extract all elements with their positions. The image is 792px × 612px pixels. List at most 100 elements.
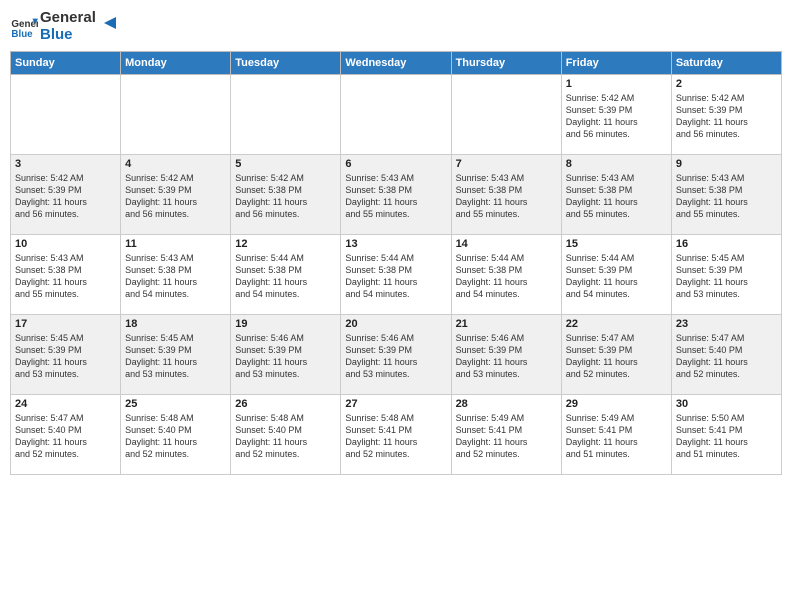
day-number: 8 [566,158,667,170]
day-number: 30 [676,398,777,410]
calendar-cell: 14Sunrise: 5:44 AM Sunset: 5:38 PM Dayli… [451,235,561,315]
cell-sun-info: Sunrise: 5:42 AM Sunset: 5:39 PM Dayligh… [566,92,667,141]
day-number: 10 [15,238,116,250]
header-row: SundayMondayTuesdayWednesdayThursdayFrid… [11,52,782,75]
day-number: 18 [125,318,226,330]
calendar-header: SundayMondayTuesdayWednesdayThursdayFrid… [11,52,782,75]
cell-sun-info: Sunrise: 5:43 AM Sunset: 5:38 PM Dayligh… [456,172,557,221]
calendar-cell: 13Sunrise: 5:44 AM Sunset: 5:38 PM Dayli… [341,235,451,315]
day-number: 4 [125,158,226,170]
day-number: 16 [676,238,777,250]
cell-sun-info: Sunrise: 5:47 AM Sunset: 5:39 PM Dayligh… [566,332,667,381]
logo-blue: Blue [40,27,96,44]
calendar-cell: 1 Sunrise: 5:42 AM Sunset: 5:39 PM Daylig… [561,75,671,155]
cell-sun-info: Sunrise: 5:44 AM Sunset: 5:38 PM Dayligh… [456,252,557,301]
calendar-cell: 29 Sunrise: 5:49 AM Sunset: 5:41 PM Dayli… [561,395,671,475]
calendar-cell: 17 Sunrise: 5:45 AM Sunset: 5:39 PM Dayli… [11,315,121,395]
cell-sun-info: Sunrise: 5:48 AM Sunset: 5:41 PM Dayligh… [345,412,446,461]
calendar-cell: 26 Sunrise: 5:48 AM Sunset: 5:40 PM Dayli… [231,395,341,475]
calendar-cell: 22Sunrise: 5:47 AM Sunset: 5:39 PM Dayli… [561,315,671,395]
cell-sun-info: Sunrise: 5:46 AM Sunset: 5:39 PM Dayligh… [345,332,446,381]
day-number: 29 [566,398,667,410]
day-number: 26 [235,398,336,410]
day-of-week-header: Wednesday [341,52,451,75]
calendar-cell: 5Sunrise: 5:42 AM Sunset: 5:38 PM Daylig… [231,155,341,235]
cell-sun-info: Sunrise: 5:47 AM Sunset: 5:40 PM Dayligh… [676,332,777,381]
day-of-week-header: Thursday [451,52,561,75]
calendar-body: 1 Sunrise: 5:42 AM Sunset: 5:39 PM Daylig… [11,75,782,475]
calendar-cell: 25 Sunrise: 5:48 AM Sunset: 5:40 PM Dayli… [121,395,231,475]
day-number: 23 [676,318,777,330]
cell-sun-info: Sunrise: 5:46 AM Sunset: 5:39 PM Dayligh… [456,332,557,381]
cell-sun-info: Sunrise: 5:43 AM Sunset: 5:38 PM Dayligh… [345,172,446,221]
day-number: 6 [345,158,446,170]
day-of-week-header: Sunday [11,52,121,75]
calendar-cell: 21Sunrise: 5:46 AM Sunset: 5:39 PM Dayli… [451,315,561,395]
day-number: 27 [345,398,446,410]
calendar-cell: 2 Sunrise: 5:42 AM Sunset: 5:39 PM Daylig… [671,75,781,155]
logo-general: General [40,10,96,27]
day-number: 25 [125,398,226,410]
calendar-week-row: 1 Sunrise: 5:42 AM Sunset: 5:39 PM Daylig… [11,75,782,155]
cell-sun-info: Sunrise: 5:48 AM Sunset: 5:40 PM Dayligh… [235,412,336,461]
logo-arrow-icon [100,13,120,33]
logo: General Blue General Blue [10,10,120,43]
day-number: 7 [456,158,557,170]
calendar-cell [121,75,231,155]
calendar-cell: 6 Sunrise: 5:43 AM Sunset: 5:38 PM Daylig… [341,155,451,235]
cell-sun-info: Sunrise: 5:47 AM Sunset: 5:40 PM Dayligh… [15,412,116,461]
calendar-cell: 23 Sunrise: 5:47 AM Sunset: 5:40 PM Dayli… [671,315,781,395]
calendar-cell [451,75,561,155]
cell-sun-info: Sunrise: 5:50 AM Sunset: 5:41 PM Dayligh… [676,412,777,461]
cell-sun-info: Sunrise: 5:44 AM Sunset: 5:38 PM Dayligh… [345,252,446,301]
cell-sun-info: Sunrise: 5:45 AM Sunset: 5:39 PM Dayligh… [15,332,116,381]
calendar-cell: 28 Sunrise: 5:49 AM Sunset: 5:41 PM Dayli… [451,395,561,475]
calendar-cell: 27 Sunrise: 5:48 AM Sunset: 5:41 PM Dayli… [341,395,451,475]
day-number: 17 [15,318,116,330]
calendar-week-row: 24Sunrise: 5:47 AM Sunset: 5:40 PM Dayli… [11,395,782,475]
page-header: General Blue General Blue [10,10,782,43]
cell-sun-info: Sunrise: 5:42 AM Sunset: 5:39 PM Dayligh… [676,92,777,141]
calendar-cell: 19 Sunrise: 5:46 AM Sunset: 5:39 PM Dayli… [231,315,341,395]
cell-sun-info: Sunrise: 5:48 AM Sunset: 5:40 PM Dayligh… [125,412,226,461]
cell-sun-info: Sunrise: 5:42 AM Sunset: 5:39 PM Dayligh… [125,172,226,221]
cell-sun-info: Sunrise: 5:43 AM Sunset: 5:38 PM Dayligh… [676,172,777,221]
calendar-cell: 20 Sunrise: 5:46 AM Sunset: 5:39 PM Dayli… [341,315,451,395]
day-number: 20 [345,318,446,330]
cell-sun-info: Sunrise: 5:49 AM Sunset: 5:41 PM Dayligh… [456,412,557,461]
day-number: 12 [235,238,336,250]
calendar-cell: 8Sunrise: 5:43 AM Sunset: 5:38 PM Daylig… [561,155,671,235]
calendar-cell: 12 Sunrise: 5:44 AM Sunset: 5:38 PM Dayli… [231,235,341,315]
day-of-week-header: Friday [561,52,671,75]
calendar-week-row: 3Sunrise: 5:42 AM Sunset: 5:39 PM Daylig… [11,155,782,235]
cell-sun-info: Sunrise: 5:44 AM Sunset: 5:38 PM Dayligh… [235,252,336,301]
calendar-week-row: 10 Sunrise: 5:43 AM Sunset: 5:38 PM Dayli… [11,235,782,315]
cell-sun-info: Sunrise: 5:43 AM Sunset: 5:38 PM Dayligh… [125,252,226,301]
calendar-cell [11,75,121,155]
day-number: 2 [676,78,777,90]
calendar-cell: 18 Sunrise: 5:45 AM Sunset: 5:39 PM Dayli… [121,315,231,395]
day-number: 1 [566,78,667,90]
cell-sun-info: Sunrise: 5:43 AM Sunset: 5:38 PM Dayligh… [15,252,116,301]
calendar-cell: 16Sunrise: 5:45 AM Sunset: 5:39 PM Dayli… [671,235,781,315]
cell-sun-info: Sunrise: 5:42 AM Sunset: 5:38 PM Dayligh… [235,172,336,221]
day-of-week-header: Saturday [671,52,781,75]
cell-sun-info: Sunrise: 5:44 AM Sunset: 5:39 PM Dayligh… [566,252,667,301]
day-number: 19 [235,318,336,330]
calendar-cell: 24Sunrise: 5:47 AM Sunset: 5:40 PM Dayli… [11,395,121,475]
day-number: 11 [125,238,226,250]
cell-sun-info: Sunrise: 5:45 AM Sunset: 5:39 PM Dayligh… [125,332,226,381]
day-number: 15 [566,238,667,250]
calendar-cell: 10 Sunrise: 5:43 AM Sunset: 5:38 PM Dayli… [11,235,121,315]
cell-sun-info: Sunrise: 5:42 AM Sunset: 5:39 PM Dayligh… [15,172,116,221]
cell-sun-info: Sunrise: 5:46 AM Sunset: 5:39 PM Dayligh… [235,332,336,381]
logo-icon: General Blue [10,13,38,41]
cell-sun-info: Sunrise: 5:49 AM Sunset: 5:41 PM Dayligh… [566,412,667,461]
calendar-cell: 11 Sunrise: 5:43 AM Sunset: 5:38 PM Dayli… [121,235,231,315]
calendar-cell [231,75,341,155]
day-number: 28 [456,398,557,410]
calendar-table: SundayMondayTuesdayWednesdayThursdayFrid… [10,51,782,475]
day-number: 9 [676,158,777,170]
calendar-cell: 9 Sunrise: 5:43 AM Sunset: 5:38 PM Daylig… [671,155,781,235]
calendar-week-row: 17 Sunrise: 5:45 AM Sunset: 5:39 PM Dayli… [11,315,782,395]
